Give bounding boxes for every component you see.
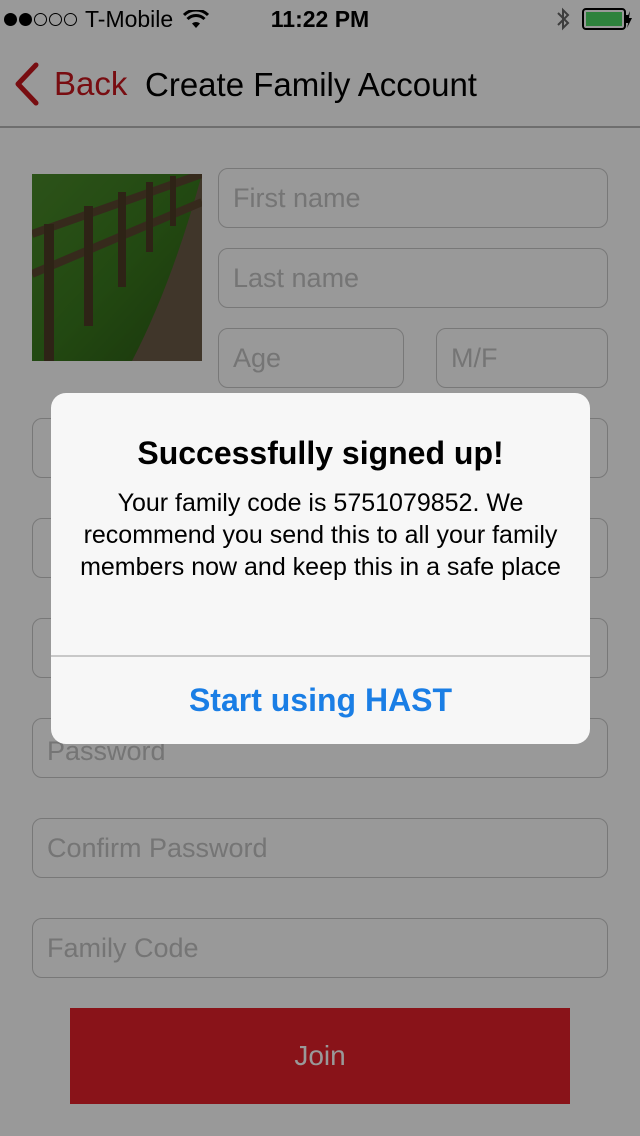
alert-message: Your family code is 5751079852. We recom…	[80, 489, 561, 581]
start-using-button[interactable]: Start using HAST	[51, 657, 590, 744]
success-alert-dialog: Successfully signed up! Your family code…	[51, 393, 590, 744]
alert-title: Successfully signed up!	[137, 435, 504, 471]
